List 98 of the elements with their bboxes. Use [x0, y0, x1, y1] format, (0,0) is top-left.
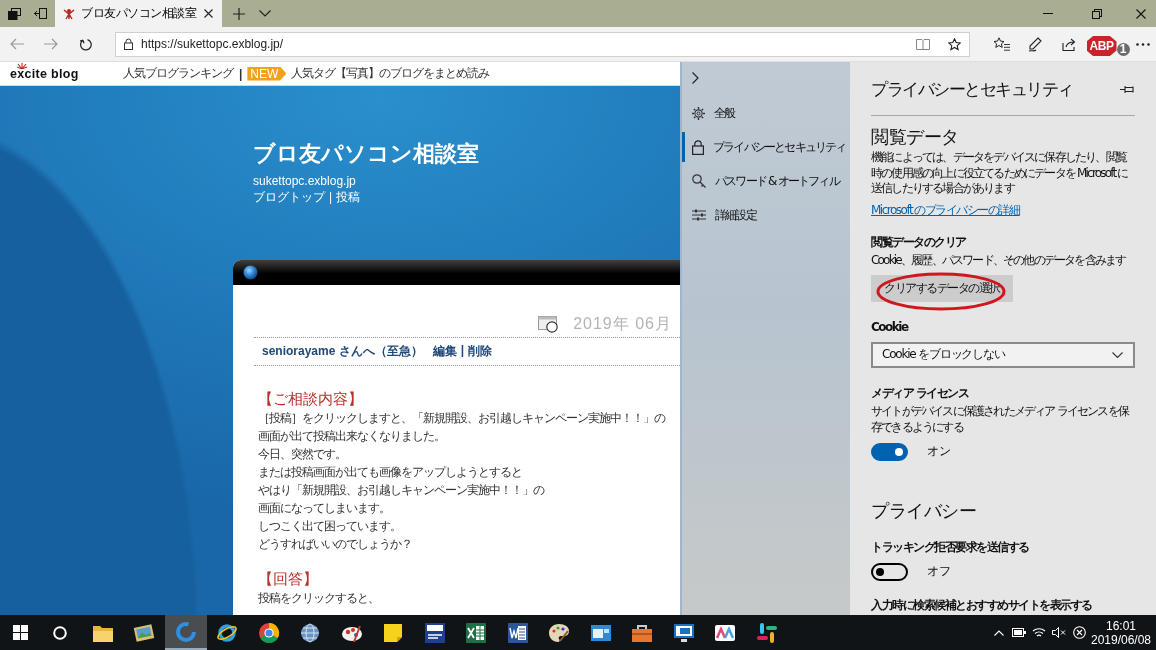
chevron-down-icon[interactable]: [259, 10, 271, 17]
monitor-icon: [672, 621, 695, 644]
more-icon[interactable]: [1136, 42, 1150, 46]
ring-icon[interactable]: [53, 625, 67, 640]
description-text: 機能によっては、データをデバイスに保存したり、閲覧時の使用感の向上に役立てるためにデータを Microsoft に送信したりする場合があります: [871, 150, 1129, 197]
setting-label: Cookie: [871, 318, 910, 335]
browser-icon: [216, 621, 239, 644]
close-icon[interactable]: [1136, 8, 1146, 19]
privacy-link[interactable]: Microsoft のプライバシーの詳細: [871, 201, 1020, 218]
pin-icon[interactable]: [1120, 84, 1135, 94]
circle-x-icon[interactable]: [1072, 626, 1086, 639]
header-link[interactable]: 人気タグ【写真】のブログをまとめ読み: [291, 65, 490, 82]
post-action-link[interactable]: 編集: [432, 343, 457, 360]
refresh-icon[interactable]: [78, 37, 92, 51]
chevron-down-icon: [1112, 351, 1123, 358]
cookie-dropdown[interactable]: Cookie をブロックしない: [871, 341, 1135, 368]
speaker-muted-icon[interactable]: [1052, 627, 1066, 638]
body-text-line: やはり「新規開設、お引越しキャンペーン実施中！！」の: [258, 482, 546, 499]
figure-icon: [63, 7, 75, 20]
favorites-list-icon[interactable]: [992, 37, 1010, 51]
toggle-state-label: オン: [927, 443, 951, 460]
calendar-icon: [538, 315, 560, 333]
globe-icon: [299, 621, 322, 644]
gear-icon: [692, 106, 705, 120]
body-text-line: 画面になってしまいます。: [258, 500, 391, 517]
header-link[interactable]: 人気ブログランキング: [123, 65, 233, 82]
body-text-line: 投稿をクリックすると、: [258, 590, 380, 607]
lock-icon: [124, 38, 133, 50]
book-icon[interactable]: [916, 38, 930, 50]
blog-title[interactable]: ブロ友パソコン相談室: [253, 140, 680, 168]
extension-button[interactable]: ABP: [1086, 36, 1117, 56]
note-icon: [382, 621, 405, 644]
link-separator: |: [239, 66, 242, 81]
document-icon: [506, 621, 529, 644]
post-date: 2019年 06月: [573, 313, 672, 334]
body-text-line: 画面が出て投稿出来なくなりました。: [258, 428, 446, 445]
link-separator: |: [329, 189, 333, 206]
panel-title: プライバシーとセキュリティ: [871, 78, 1073, 101]
new-badge: NEW: [247, 66, 287, 81]
palette-icon: [548, 621, 571, 644]
body-text-line: 今日、突然です。: [258, 446, 347, 463]
body-text-line: または投稿画面が出ても画像をアップしようとすると: [258, 464, 523, 481]
site-logo[interactable]: excite blog: [10, 66, 79, 81]
setting-label: トラッキング拒否要求を送信する: [871, 538, 1030, 555]
description-text: サイトがデバイスに保護されたメディア ライセンスを保存できるようにする: [871, 402, 1130, 435]
browser-tab[interactable]: ブロ友パソコン相談室: [55, 0, 222, 27]
nav-item[interactable]: 詳細設定: [682, 200, 850, 230]
body-text-line: どうすればいいのでしょうか？: [258, 536, 413, 553]
setting-label: 閲覧データのクリア: [871, 233, 967, 250]
pen-icon[interactable]: [1027, 36, 1043, 52]
count-badge: 1: [1116, 43, 1130, 56]
share-icon[interactable]: [1061, 37, 1077, 51]
description-text: Cookie、履歴、パスワード、その他のデータを含みます: [871, 251, 1127, 268]
section-heading: 閲覧データ: [871, 125, 960, 149]
clock-time[interactable]: 16:01: [1106, 618, 1136, 633]
setting-label: 入力時に検索候補とおすすめサイトを表示する: [871, 596, 1093, 613]
pinwheel-icon: [755, 621, 778, 644]
toggle-switch[interactable]: [871, 442, 908, 461]
set-aside-icon[interactable]: [33, 8, 47, 19]
battery-icon[interactable]: [1012, 628, 1026, 637]
tabs-overview-icon[interactable]: [7, 7, 21, 20]
app-tile-icon: [423, 621, 446, 644]
start-icon[interactable]: [12, 625, 28, 640]
blog-nav-link[interactable]: ブログトップ: [253, 189, 325, 206]
blog-nav-link[interactable]: 投稿: [336, 189, 361, 206]
link-separator: |: [460, 343, 465, 359]
toggle-state-label: オフ: [927, 563, 951, 580]
lock-icon: [692, 139, 704, 155]
section-heading: 【回答】: [258, 569, 319, 589]
sliders-icon: [692, 209, 706, 221]
wifi-icon[interactable]: [1032, 627, 1046, 638]
post-action-link[interactable]: 削除: [468, 343, 493, 360]
body-text-line: ［投稿］をクリックしますと、「新規開設、お引越しキャンペーン実施中！！」の: [258, 410, 667, 427]
section-heading: プライバシー: [871, 498, 977, 523]
orb-icon: [243, 265, 258, 280]
nav-item[interactable]: パスワード & オートフィル: [682, 166, 850, 196]
star-icon[interactable]: [948, 37, 961, 51]
clock-date[interactable]: 2019/06/08: [1090, 632, 1152, 647]
section-heading: 【ご相談内容】: [258, 389, 364, 409]
new-tab-icon[interactable]: [233, 7, 245, 20]
restore-icon[interactable]: [1092, 8, 1102, 19]
browser-icon: [174, 620, 197, 643]
nav-item[interactable]: 全般: [682, 98, 850, 128]
close-icon[interactable]: [204, 9, 213, 18]
back-icon[interactable]: [10, 38, 24, 50]
body-text-line: しつこく出て困っています。: [258, 518, 402, 535]
address-field[interactable]: https://sukettopc.exblog.jp/: [115, 31, 970, 57]
forward-icon[interactable]: [44, 38, 58, 50]
chevron-up-icon[interactable]: [994, 629, 1004, 636]
toggle-switch[interactable]: [871, 562, 908, 581]
setting-label: メディア ライセンス: [871, 384, 970, 401]
browser-icon: [257, 621, 280, 644]
sparkle-icon: [17, 62, 27, 69]
spreadsheet-icon: [465, 621, 488, 644]
chevron-right-icon[interactable]: [692, 72, 699, 84]
magnifier-icon: [692, 174, 706, 188]
post-title: seniorayame さんへ（至急）: [262, 343, 423, 360]
blog-url: sukettopc.exblog.jp: [253, 173, 357, 189]
